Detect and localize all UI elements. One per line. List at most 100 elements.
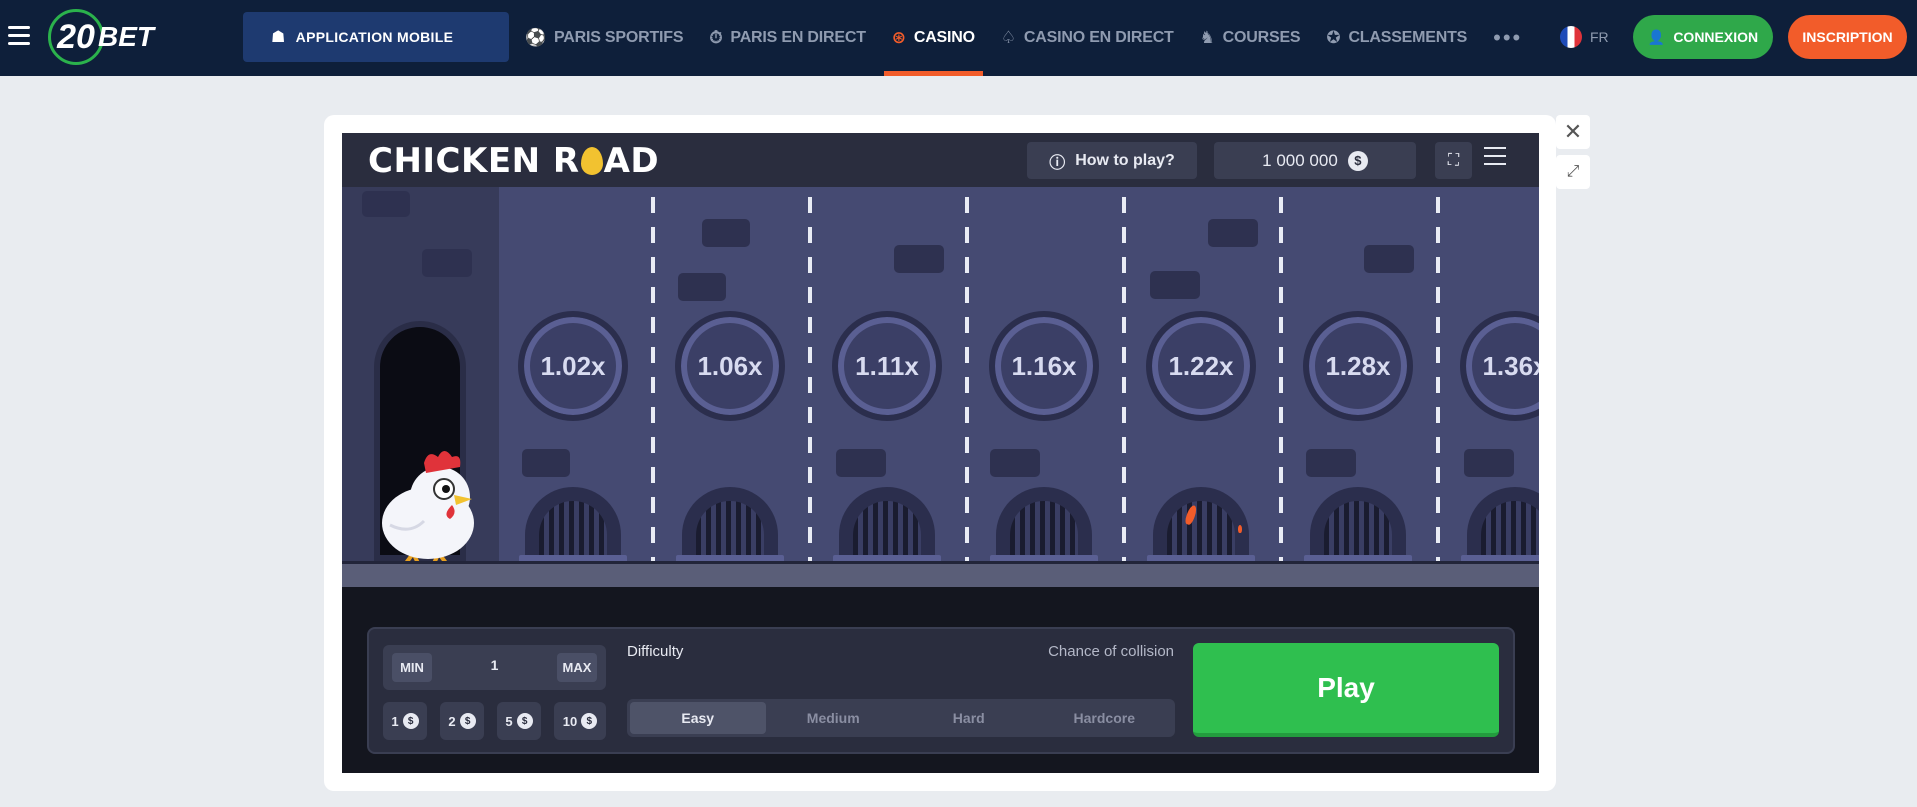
wall-brick (1208, 219, 1258, 247)
nav-item-rankings[interactable]: ✪ CLASSEMENTS (1326, 0, 1467, 76)
bet-amount-value[interactable]: 1 (443, 657, 546, 673)
multiplier-step[interactable]: 1.16x (989, 311, 1099, 421)
nav-item-label: PARIS EN DIRECT (730, 29, 866, 46)
nav-item-races[interactable]: ♞ COURSES (1200, 0, 1301, 76)
lane-divider (1436, 197, 1440, 561)
balance-value: 1 000 000 (1262, 150, 1338, 170)
logo-text: BET (98, 21, 154, 52)
lane-divider (965, 197, 969, 561)
chicken-character (382, 451, 474, 563)
language-selector[interactable]: FR (1560, 26, 1609, 48)
game-title: CHICKEN R AD (368, 141, 659, 181)
difficulty-easy[interactable]: Easy (630, 702, 766, 734)
multiplier-step[interactable]: 1.22x (1146, 311, 1256, 421)
quick-bet-button[interactable]: 1 $ (383, 702, 427, 740)
sewer-grate (1304, 487, 1412, 563)
wall-brick (422, 249, 472, 277)
multiplier-step[interactable]: 1.36x (1460, 311, 1539, 421)
hamburger-menu-icon[interactable] (8, 26, 30, 48)
sewer-grate (676, 487, 784, 563)
road-ground (342, 561, 1539, 587)
sewer-grate (990, 487, 1098, 563)
france-flag-icon (1560, 26, 1582, 48)
nav-item-label: COURSES (1222, 29, 1301, 46)
wall-brick (990, 449, 1040, 477)
nav-item-sports[interactable]: ⚽ PARIS SPORTIFS (525, 0, 684, 76)
min-bet-button[interactable]: MIN (392, 653, 432, 682)
lane-divider (808, 197, 812, 561)
wall-brick (894, 245, 944, 273)
signup-button[interactable]: INSCRIPTION (1788, 15, 1907, 59)
nav-item-live-casino[interactable]: ♤ CASINO EN DIRECT (1001, 0, 1174, 76)
more-menu-icon[interactable]: ••• (1493, 25, 1522, 51)
user-icon: 👤 (1647, 28, 1666, 45)
quick-bet-value: 10 (562, 713, 578, 729)
egg-icon (580, 147, 603, 175)
game-scene: 1.02x 1.06x 1.11x 1.16x 1.22x 1.28x 1.36… (342, 187, 1539, 587)
wall-brick (1306, 449, 1356, 477)
play-button[interactable]: Play (1193, 643, 1499, 737)
nav-item-live-bets[interactable]: ⏱ PARIS EN DIRECT (709, 0, 866, 76)
sewer-grate (1461, 487, 1539, 563)
android-icon: ☗ (271, 29, 286, 46)
wall-brick (522, 449, 570, 477)
coin-icon: $ (459, 713, 476, 729)
lane-divider (1122, 197, 1126, 561)
login-label: CONNEXION (1673, 29, 1759, 45)
quick-bet-button[interactable]: 2 $ (440, 702, 484, 740)
game-title-part: AD (603, 141, 660, 181)
quick-bet-value: 5 (505, 713, 513, 729)
wall-brick (1364, 245, 1414, 273)
quick-bet-button[interactable]: 10 $ (554, 702, 606, 740)
mobile-app-button[interactable]: ☗ APPLICATION MOBILE (243, 12, 509, 62)
how-to-play-label: How to play? (1075, 151, 1175, 169)
trophy-icon: ✪ (1326, 28, 1341, 47)
info-icon: ⓘ (1049, 154, 1066, 172)
multiplier-step[interactable]: 1.28x (1303, 311, 1413, 421)
max-bet-button[interactable]: MAX (557, 653, 597, 682)
wall-brick (678, 273, 726, 301)
language-code: FR (1590, 29, 1609, 45)
difficulty-medium[interactable]: Medium (766, 702, 902, 734)
game-menu-icon[interactable] (1484, 147, 1506, 171)
nav-item-label: PARIS SPORTIFS (553, 29, 684, 46)
difficulty-hardcore[interactable]: Hardcore (1037, 702, 1173, 734)
difficulty-selector: Easy Medium Hard Hardcore (627, 699, 1175, 737)
bet-amount-field[interactable]: MIN 1 MAX (383, 645, 606, 690)
sewer-grate (1147, 487, 1255, 563)
multiplier-step[interactable]: 1.06x (675, 311, 785, 421)
lane-divider (651, 197, 655, 561)
wall-brick (362, 191, 410, 217)
quick-bet-value: 1 (391, 713, 399, 729)
game-header: CHICKEN R AD ⓘ How to play? 1 000 000 $ ⛶ (342, 133, 1539, 187)
difficulty-hard[interactable]: Hard (901, 702, 1037, 734)
login-button[interactable]: 👤 CONNEXION (1633, 15, 1773, 59)
control-panel: MIN 1 MAX 1 $ 2 $ 5 $ 10 $ Difficulty Chance… (367, 627, 1515, 754)
coin-icon: $ (581, 713, 598, 729)
difficulty-label: Difficulty (627, 643, 684, 660)
logo-number: 20 (48, 9, 104, 65)
multiplier-step[interactable]: 1.11x (832, 311, 942, 421)
collision-chance-label: Chance of collision (1048, 643, 1174, 660)
balance-display: 1 000 000 $ (1214, 142, 1416, 179)
how-to-play-button[interactable]: ⓘ How to play? (1027, 142, 1197, 179)
sewer-grate (519, 487, 627, 563)
fullscreen-icon[interactable]: ⛶ (1435, 142, 1472, 179)
site-logo[interactable]: 20 BET (48, 8, 154, 66)
nav-item-casino[interactable]: ⊛ CASINO (883, 0, 983, 76)
multiplier-step[interactable]: 1.02x (518, 311, 628, 421)
quick-bet-button[interactable]: 5 $ (497, 702, 541, 740)
cards-icon: ♤ (1000, 28, 1016, 47)
close-icon[interactable]: ✕ (1556, 115, 1590, 149)
wall-brick (836, 449, 886, 477)
coin-icon: $ (516, 713, 533, 729)
horse-icon: ♞ (1199, 28, 1215, 47)
sewer-grate (833, 487, 941, 563)
expand-icon[interactable]: ⤢ (1556, 155, 1590, 189)
mobile-app-label: APPLICATION MOBILE (295, 29, 454, 45)
quick-bet-value: 2 (448, 713, 456, 729)
main-nav: ⚽ PARIS SPORTIFS ⏱ PARIS EN DIRECT ⊛ CAS… (525, 0, 1522, 76)
nav-item-label: CASINO EN DIRECT (1023, 29, 1174, 46)
spark-icon (1238, 525, 1242, 533)
roulette-icon: ⊛ (891, 28, 906, 47)
